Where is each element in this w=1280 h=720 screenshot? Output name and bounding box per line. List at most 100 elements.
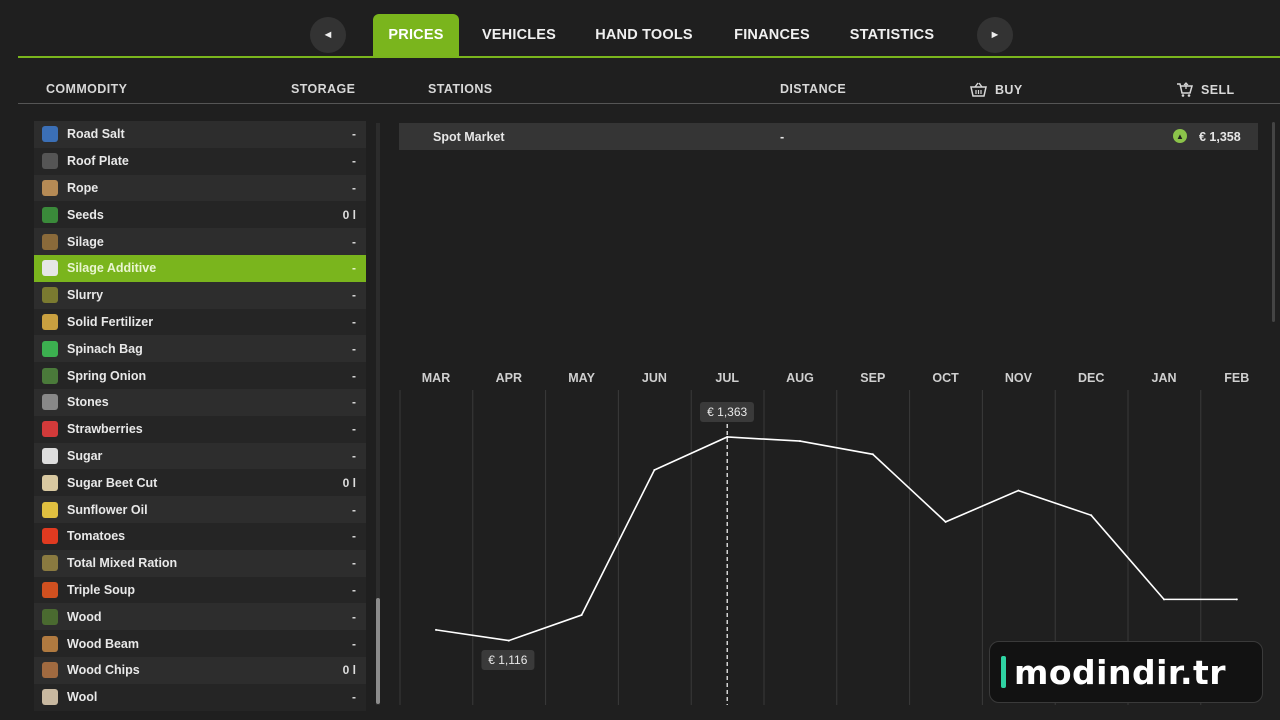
commodity-name: Sunflower Oil [67, 502, 148, 517]
commodity-storage: - [352, 261, 356, 276]
column-sell[interactable]: SELL [1176, 82, 1235, 97]
commodity-storage: - [352, 127, 356, 142]
month-label: MAY [568, 371, 595, 385]
max-price-tooltip: € 1,363 [700, 401, 755, 422]
commodity-row[interactable]: Roof Plate - [34, 147, 366, 175]
commodity-row[interactable]: Tomatoes - [34, 522, 366, 550]
commodity-name: Wool [67, 690, 98, 705]
price-point [1235, 598, 1238, 601]
tab-vehicles[interactable]: VEHICLES [470, 14, 568, 56]
column-sell-label: SELL [1201, 82, 1235, 97]
commodity-row[interactable]: Spring Onion - [34, 362, 366, 389]
commodity-storage: - [352, 582, 356, 597]
nav-underline [18, 56, 1280, 58]
commodity-row[interactable]: Spinach Bag - [34, 335, 366, 363]
commodity-row[interactable]: Wood Chips 0 l [34, 656, 366, 684]
wool-icon [42, 689, 58, 706]
trend-up-icon: ▲ [1173, 129, 1187, 143]
tab-prices[interactable]: PRICES [373, 14, 459, 56]
watermark-logo: modindir.tr [989, 641, 1263, 703]
commodity-row[interactable]: Wool - [34, 683, 366, 711]
month-label: NOV [1004, 371, 1032, 385]
commodity-name: Triple Soup [67, 582, 136, 597]
station-distance: - [780, 130, 785, 144]
right-scrollbar[interactable] [1272, 122, 1275, 322]
column-storage[interactable]: STORAGE [291, 82, 355, 96]
commodity-row[interactable]: Total Mixed Ration - [34, 549, 366, 577]
min-price-tooltip: € 1,116 [481, 649, 535, 670]
column-distance[interactable]: DISTANCE [780, 82, 846, 96]
fertilizer-icon [42, 313, 58, 330]
silage-icon [42, 233, 58, 250]
column-stations[interactable]: STATIONS [428, 82, 493, 96]
soup-icon [42, 581, 58, 598]
price-point [507, 639, 510, 642]
commodity-name: Wood Beam [67, 636, 139, 651]
commodity-row[interactable]: Sugar - [34, 442, 366, 470]
header-divider [18, 103, 1280, 104]
watermark-text: modindir.tr [1014, 652, 1227, 692]
price-point [871, 453, 874, 456]
commodity-storage: - [352, 180, 356, 195]
rope-icon [42, 179, 58, 196]
slurry-icon [42, 287, 58, 304]
month-label: AUG [786, 371, 814, 385]
stones-icon [42, 394, 58, 411]
commodity-row[interactable]: Silage - [34, 228, 366, 255]
commodity-row[interactable]: Triple Soup - [34, 576, 366, 604]
column-commodity[interactable]: COMMODITY [46, 82, 127, 96]
commodity-row[interactable]: Seeds 0 l [34, 201, 366, 229]
tab-finances[interactable]: FINANCES [722, 14, 822, 56]
month-label: SEP [860, 371, 886, 385]
commodity-name: Strawberries [67, 422, 143, 437]
commodity-row[interactable]: Strawberries - [34, 415, 366, 443]
station-sell-price: € 1,358 [1199, 130, 1241, 144]
station-row[interactable]: Spot Market - ▲ € 1,358 [399, 123, 1258, 150]
commodity-name: Wood [67, 609, 102, 624]
commodity-name: Roof Plate [67, 154, 129, 169]
commodity-row[interactable]: Wood - [34, 603, 366, 631]
commodity-storage: - [352, 529, 356, 544]
commodity-list[interactable]: Road Salt - Roof Plate - Rope - Seeds 0 l Silage… [34, 121, 366, 711]
wood-beam-icon [42, 635, 58, 652]
prev-page-button[interactable]: ◄ [310, 17, 346, 53]
month-label: DEC [1077, 371, 1105, 385]
price-point [799, 440, 801, 443]
month-label: OCT [932, 371, 959, 385]
commodity-row[interactable]: Stones - [34, 388, 366, 416]
commodity-name: Road Salt [67, 127, 125, 142]
commodity-row[interactable]: Sugar Beet Cut 0 l [34, 469, 366, 497]
month-label: FEB [1224, 371, 1250, 385]
sugar-beet-icon [42, 474, 58, 491]
wood-chips-icon [42, 662, 58, 679]
commodity-storage: - [352, 448, 356, 463]
commodity-row[interactable]: Road Salt - [34, 121, 366, 148]
wood-icon [42, 608, 58, 625]
next-page-button[interactable]: ► [977, 17, 1013, 53]
tab-statistics[interactable]: STATISTICS [838, 14, 946, 56]
commodity-name: Silage [67, 234, 104, 249]
commodity-storage: 0 l [342, 207, 356, 222]
month-label: JAN [1151, 371, 1177, 385]
list-scrollbar-thumb[interactable] [376, 598, 380, 704]
commodity-storage: - [352, 314, 356, 329]
commodity-row[interactable]: Wood Beam - [34, 630, 366, 657]
commodity-name: Total Mixed Ration [67, 556, 178, 571]
silage-additive-icon [42, 260, 58, 277]
sugar-icon [42, 447, 58, 464]
column-buy[interactable]: BUY [970, 82, 1023, 97]
commodity-storage: - [352, 690, 356, 705]
commodity-row[interactable]: Sunflower Oil - [34, 496, 366, 523]
commodity-storage: - [352, 395, 356, 410]
commodity-row[interactable]: Rope - [34, 174, 366, 202]
spinach-icon [42, 340, 58, 357]
commodity-row[interactable]: Solid Fertilizer - [34, 308, 366, 336]
commodity-name: Wood Chips [67, 663, 140, 678]
tmr-icon [42, 555, 58, 572]
commodity-row[interactable]: Silage Additive - [34, 254, 366, 282]
commodity-row[interactable]: Slurry - [34, 281, 366, 309]
commodity-storage: 0 l [342, 663, 356, 678]
commodity-name: Seeds [67, 207, 104, 222]
commodity-name: Spring Onion [67, 368, 147, 383]
tab-hand-tools[interactable]: HAND TOOLS [584, 14, 704, 56]
